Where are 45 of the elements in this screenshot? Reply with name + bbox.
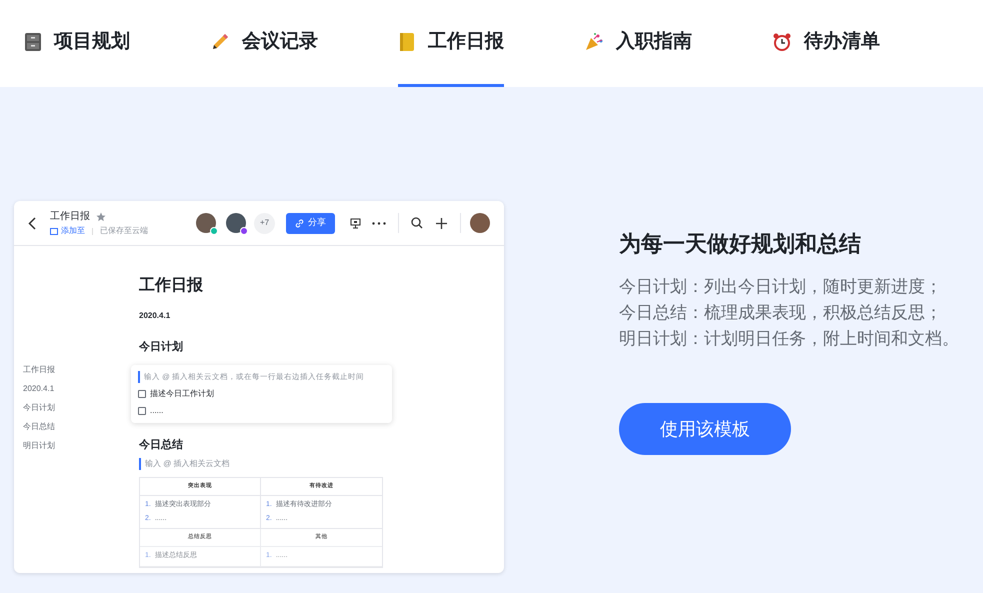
tab[interactable]: 会议记录 <box>210 0 318 87</box>
add-to-link[interactable]: 添加至 <box>50 225 85 237</box>
avatar <box>196 213 216 233</box>
presentation-icon[interactable] <box>350 218 361 228</box>
use-template-button[interactable]: 使用该模板 <box>619 403 791 455</box>
notebook-icon <box>398 32 416 52</box>
more-icon[interactable] <box>372 222 386 224</box>
tab[interactable]: 工作日报 <box>398 0 504 87</box>
feature-description: 今日总结：梳理成果表现，积极总结反思； <box>619 302 943 324</box>
share-button[interactable]: 分享 <box>286 212 335 234</box>
outline-item[interactable]: 工作日报 <box>23 364 122 375</box>
input-hint: 输入 @ 插入相关云文档 <box>145 458 230 470</box>
tab[interactable]: 项目规划 <box>24 0 130 87</box>
feature-description: 明日计划：计划明日任务，附上时间和文档。 <box>619 328 959 350</box>
section-heading: 今日计划 <box>139 340 184 355</box>
tab[interactable]: 入职指南 <box>584 0 692 87</box>
plus-icon[interactable] <box>436 218 447 228</box>
search-icon[interactable] <box>411 217 423 229</box>
cabinet-icon <box>24 32 42 52</box>
doc-title: 工作日报 <box>50 210 90 224</box>
checkbox[interactable] <box>138 406 146 414</box>
star-icon[interactable] <box>96 212 106 222</box>
save-status: 已保存至云端 <box>100 225 148 237</box>
section-heading: 今日总结 <box>139 438 184 452</box>
link-icon <box>295 218 304 228</box>
outline-item[interactable]: 今日总结 <box>23 421 122 432</box>
outline-item[interactable]: 今日计划 <box>23 402 122 413</box>
avatar <box>470 213 490 233</box>
folder-icon <box>50 228 58 234</box>
task-text: 描述今日工作计划 <box>150 388 214 400</box>
tab[interactable]: 待办清单 <box>772 0 880 87</box>
collaborator-count: +7 <box>254 212 275 234</box>
task-text: ...... <box>150 404 164 416</box>
avatar <box>226 213 246 233</box>
doc-heading: 工作日报 <box>139 276 204 296</box>
feature-description: 今日计划：列出今日计划，随时更新进度； <box>619 276 943 298</box>
checkbox[interactable] <box>138 390 146 398</box>
party-popper-icon <box>584 32 604 52</box>
feature-title: 为每一天做好规划和总结 <box>619 230 862 258</box>
alarm-clock-icon <box>772 32 792 52</box>
pencil-icon <box>210 32 230 52</box>
date-text: 2020.4.1 <box>139 310 172 322</box>
back-icon[interactable] <box>28 216 36 230</box>
outline-item[interactable]: 2020.4.1 <box>23 383 122 394</box>
outline-item[interactable]: 明日计划 <box>23 440 122 451</box>
